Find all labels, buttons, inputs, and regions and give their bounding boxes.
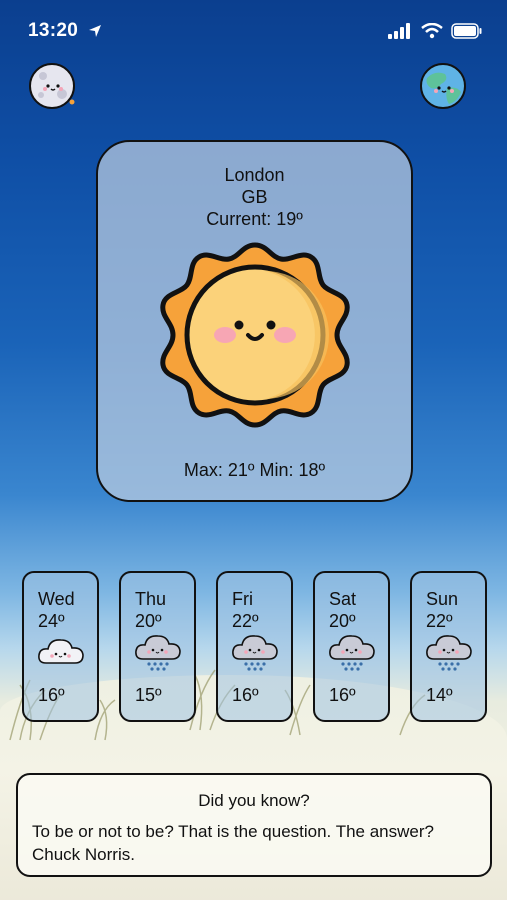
forecast-day: Thu	[135, 589, 167, 609]
forecast-card[interactable]: Sun 22º 14º	[410, 571, 487, 722]
current-weather-card: London GB Current: 19º Max: 21º Min: 18º	[96, 140, 413, 502]
current-temperature: Current: 19º	[206, 209, 303, 229]
signal-icon	[388, 22, 411, 39]
cloud-icon	[38, 639, 84, 664]
fact-title: Did you know?	[198, 791, 310, 810]
snow-cloud-icon	[232, 635, 278, 671]
forecast-high: 20º	[135, 611, 162, 631]
forecast-card[interactable]: Sat 20º 16º	[313, 571, 390, 722]
forecast-card[interactable]: Fri 22º 16º	[216, 571, 293, 722]
fact-text: To be or not to be? That is the question…	[32, 822, 434, 864]
did-you-know-box: Did you know? To be or not to be? That i…	[16, 773, 492, 877]
forecast-day: Fri	[232, 589, 253, 609]
max-min-temperature: Max: 21º Min: 18º	[183, 460, 326, 480]
forecast-day: Wed	[38, 589, 75, 609]
forecast-high: 22º	[426, 611, 453, 631]
forecast-low: 16º	[38, 685, 65, 705]
snow-cloud-icon	[135, 635, 181, 671]
city-name: London	[224, 165, 285, 185]
forecast-high: 22º	[232, 611, 259, 631]
forecast-card[interactable]: Wed 24º 16º	[22, 571, 99, 722]
status-bar: 13:20	[0, 0, 507, 62]
snow-cloud-icon	[329, 635, 375, 671]
forecast-card[interactable]: Thu 20º 15º	[119, 571, 196, 722]
moon-button[interactable]	[28, 62, 76, 110]
battery-icon	[451, 23, 482, 39]
forecast-low: 15º	[135, 685, 162, 705]
location-arrow-icon	[89, 25, 101, 37]
forecast-low: 14º	[426, 685, 453, 705]
moon-icon	[29, 63, 75, 109]
snow-cloud-icon	[426, 635, 472, 671]
forecast-low: 16º	[329, 685, 356, 705]
forecast-high: 20º	[329, 611, 356, 631]
forecast-day: Sat	[329, 589, 357, 609]
earth-icon	[420, 63, 466, 109]
country-code: GB	[241, 187, 268, 207]
forecast-day: Sun	[426, 589, 459, 609]
status-time: 13:20	[28, 20, 79, 41]
earth-button[interactable]	[419, 62, 467, 110]
sun-icon	[160, 242, 350, 428]
forecast-low: 16º	[232, 685, 259, 705]
wifi-icon	[420, 22, 443, 38]
forecast-high: 24º	[38, 611, 65, 631]
